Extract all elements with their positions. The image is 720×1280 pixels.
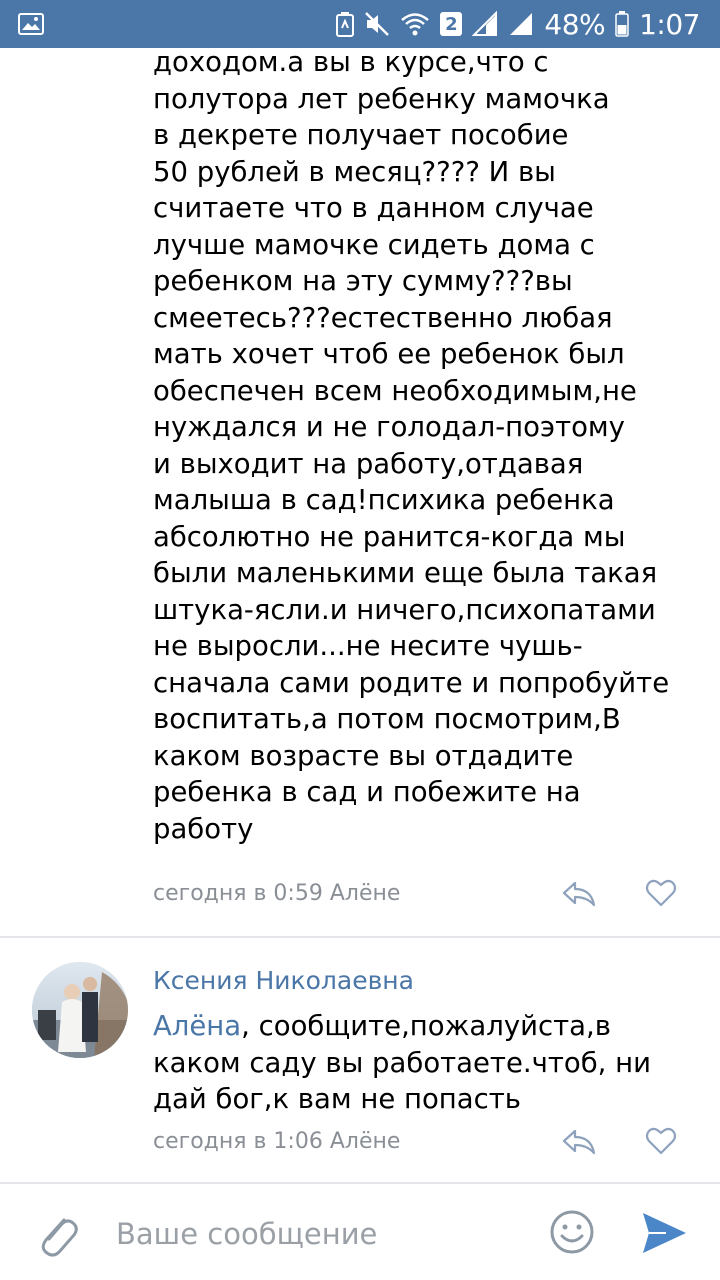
avatar[interactable]	[32, 962, 128, 1058]
paperclip-icon[interactable]	[34, 1208, 82, 1260]
comment-timestamp: сегодня в 1:06 Алёне	[153, 1128, 401, 1154]
comment-meta: сегодня в 1:06 Алёне	[153, 1126, 693, 1156]
like-icon[interactable]	[645, 1126, 677, 1156]
reply-icon[interactable]	[561, 878, 597, 908]
author-name[interactable]: Ксения Николаевна	[153, 966, 414, 995]
reply-icon[interactable]	[561, 1126, 597, 1156]
like-icon[interactable]	[645, 878, 677, 908]
message-composer	[0, 1182, 720, 1280]
mention-link[interactable]: Алёна	[153, 1010, 241, 1042]
message-input[interactable]	[116, 1208, 526, 1260]
comment-meta: сегодня в 0:59 Алёне	[153, 878, 693, 908]
comment-text: Алёна, сообщите,пожалуйста,в каком саду …	[153, 1008, 698, 1118]
comment: Ксения Николаевна Алёна, сообщите,пожалу…	[0, 938, 720, 1182]
send-icon[interactable]	[640, 1210, 688, 1256]
emoji-icon[interactable]	[548, 1208, 596, 1256]
comment-text: доходом.а вы в курсе,что с полутора лет …	[153, 46, 670, 845]
comment: доходом.а вы в курсе,что с полутора лет …	[0, 0, 720, 930]
comment-timestamp: сегодня в 0:59 Алёне	[153, 880, 401, 906]
